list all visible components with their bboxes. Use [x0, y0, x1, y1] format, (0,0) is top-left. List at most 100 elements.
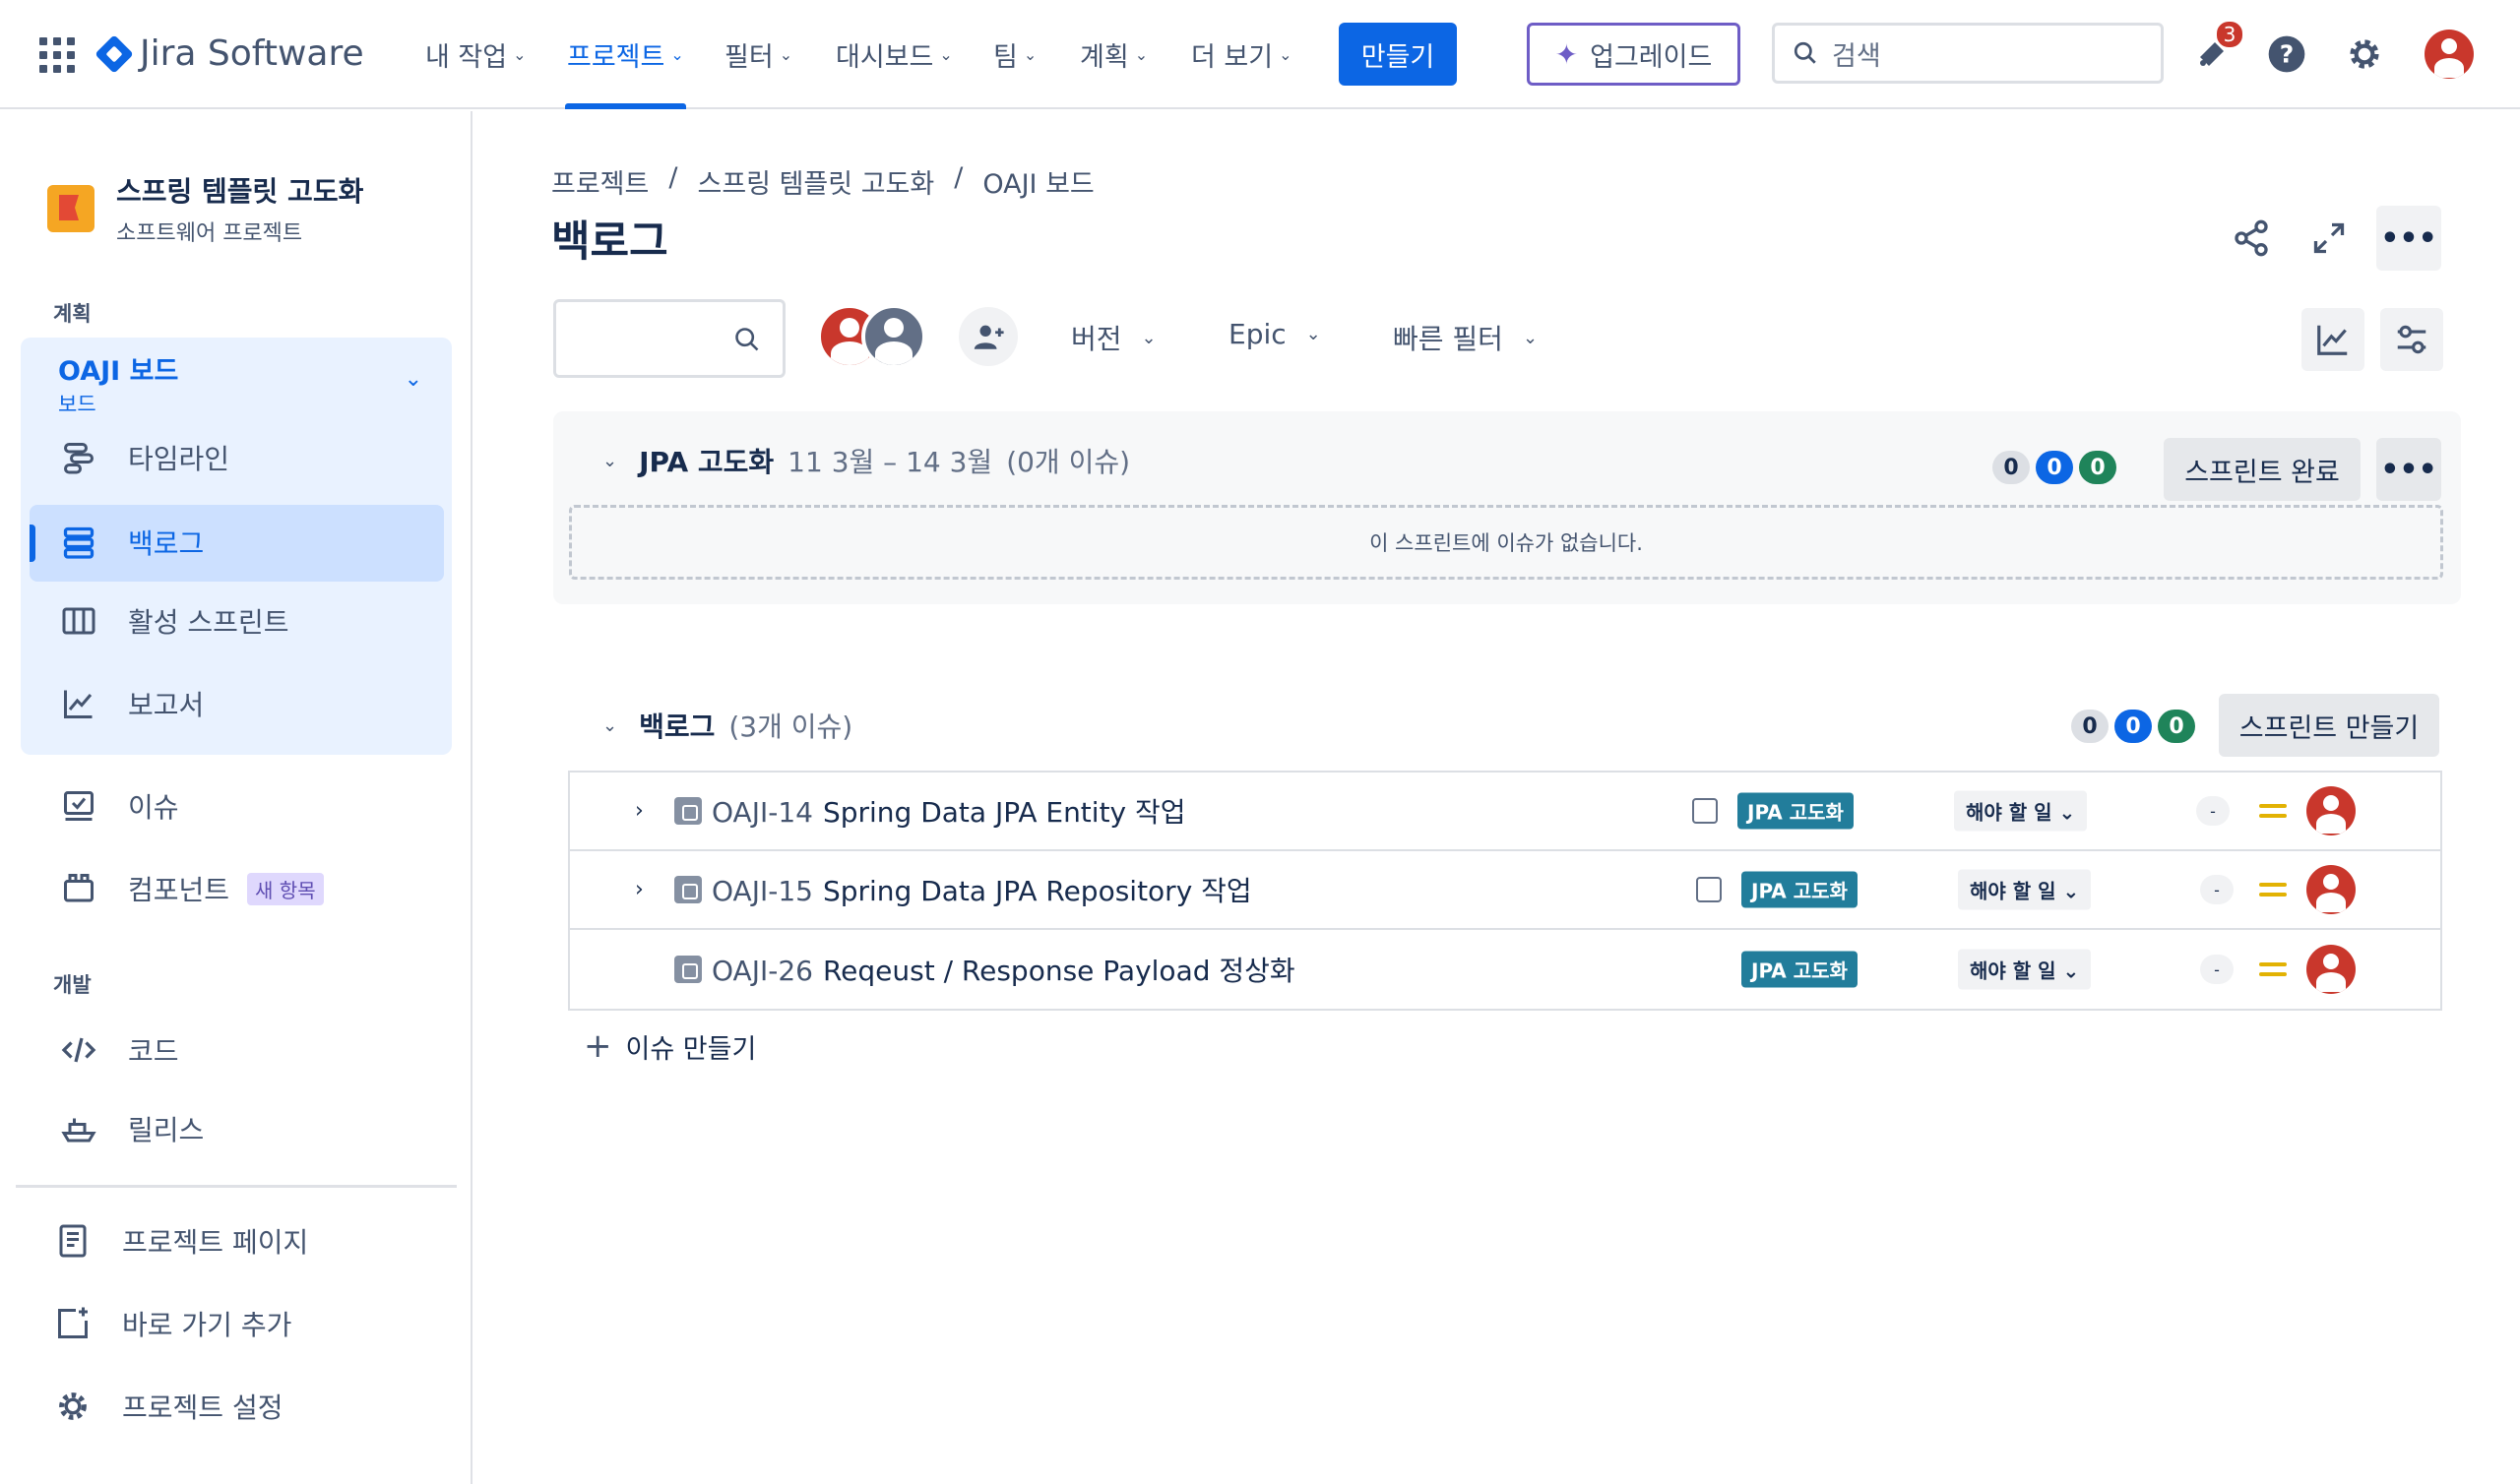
issue-summary: Spring Data JPA Entity 작업 [822, 796, 1186, 829]
done-count-badge: 0 [2158, 710, 2195, 743]
nav-filters[interactable]: 필터 ⌄ [724, 0, 792, 109]
breadcrumb-board[interactable]: OAJI 보드 [982, 162, 1094, 201]
chevron-down-icon: ⌄ [1141, 327, 1157, 348]
help-button[interactable]: ? [2262, 30, 2311, 79]
epic-badge[interactable]: JPA 고도화 [1737, 792, 1854, 830]
sidebar-item-add-shortcut[interactable]: 바로 가기 추가 [53, 1304, 291, 1343]
quick-filter[interactable]: 빠른 필터 ⌄ [1393, 318, 1538, 357]
sidebar-item-backlog[interactable]: 백로그 [59, 523, 204, 562]
table-row[interactable]: › OAJI-14 Spring Data JPA Entity 작업 JPA 고… [570, 773, 2440, 851]
nav-label: 대시보드 [836, 42, 934, 73]
page-icon [53, 1221, 93, 1261]
more-icon: ••• [2380, 220, 2437, 256]
sidebar-item-project-pages[interactable]: 프로젝트 페이지 [53, 1221, 308, 1261]
timeline-icon [59, 438, 98, 477]
nav-projects[interactable]: 프로젝트 ⌄ [565, 0, 686, 109]
complete-sprint-button[interactable]: 스프린트 완료 [2164, 438, 2361, 501]
epic-badge[interactable]: JPA 고도화 [1741, 871, 1858, 908]
expand-icon [2313, 222, 2345, 254]
estimate-badge[interactable]: - [2200, 875, 2234, 904]
share-button[interactable] [2219, 206, 2284, 271]
user-avatar[interactable] [2425, 30, 2474, 79]
nav-my-work[interactable]: 내 작업 ⌄ [425, 0, 527, 109]
more-actions-button[interactable]: ••• [2376, 206, 2441, 271]
epic-badge[interactable]: JPA 고도화 [1741, 951, 1858, 988]
sidebar-item-issues[interactable]: 이슈 [59, 786, 179, 826]
nav-dashboards[interactable]: 대시보드 ⌄ [836, 0, 953, 109]
sidebar-item-label: 보고서 [128, 689, 205, 721]
app-switcher-icon[interactable] [39, 37, 75, 73]
breadcrumb: 프로젝트 / 스프링 템플릿 고도화 / OAJI 보드 [551, 162, 1095, 201]
nav-more[interactable]: 더 보기 ⌄ [1191, 0, 1292, 109]
insights-button[interactable] [2301, 308, 2364, 371]
status-dropdown[interactable]: 해야 할 일 ⌄ [1958, 869, 2092, 910]
notifications-button[interactable]: 3 [2187, 20, 2244, 79]
chart-line-icon [59, 684, 98, 723]
upgrade-button[interactable]: ✦ 업그레이드 [1527, 23, 1740, 86]
breadcrumb-separator: / [954, 162, 964, 193]
assignee-avatar-filter[interactable] [861, 304, 926, 369]
view-settings-button[interactable] [2380, 308, 2443, 371]
sidebar-item-project-settings[interactable]: 프로젝트 설정 [53, 1387, 283, 1426]
chevron-down-icon[interactable]: ⌄ [602, 715, 617, 736]
issues-icon [59, 786, 98, 826]
estimate-badge[interactable]: - [2200, 955, 2234, 984]
assignee-avatar[interactable] [2306, 865, 2356, 914]
breadcrumb-separator: / [668, 162, 678, 193]
nav-teams[interactable]: 팀 ⌄ [993, 0, 1037, 109]
status-dropdown[interactable]: 해야 할 일 ⌄ [1958, 949, 2092, 990]
priority-medium-icon [2259, 801, 2287, 821]
sprint-dates: 11 3월 – 14 3월 [788, 446, 993, 478]
estimate-badge[interactable]: - [2196, 796, 2230, 826]
chevron-down-icon[interactable]: ⌄ [405, 367, 422, 392]
epic-filter[interactable]: Epic ⌄ [1228, 318, 1321, 350]
settings-button[interactable] [2340, 30, 2389, 79]
assignee-avatar[interactable] [2306, 786, 2356, 835]
sprint-header[interactable]: ⌄ JPA 고도화 11 3월 – 14 3월 (0개 이슈) [602, 441, 1130, 480]
sidebar-item-label: 프로젝트 설정 [122, 1391, 284, 1424]
breadcrumb-projects[interactable]: 프로젝트 [551, 162, 649, 201]
assignee-avatar[interactable] [2306, 945, 2356, 994]
sidebar-item-code[interactable]: 코드 [59, 1030, 179, 1070]
create-button[interactable]: 만들기 [1339, 23, 1457, 86]
svg-text:?: ? [2280, 39, 2295, 68]
create-issue-label: 이슈 만들기 [625, 1033, 757, 1065]
table-row[interactable]: › OAJI-15 Spring Data JPA Repository 작업 J… [570, 851, 2440, 930]
fullscreen-button[interactable] [2297, 206, 2362, 271]
chevron-right-icon[interactable]: › [635, 799, 644, 824]
issue-title[interactable]: OAJI-15 Spring Data JPA Repository 작업 [712, 870, 1252, 909]
project-name: 스프링 템플릿 고도화 [116, 175, 364, 208]
issue-summary: Reqeust / Response Payload 정상화 [822, 955, 1295, 987]
table-row[interactable]: OAJI-26 Reqeust / Response Payload 정상화 JP… [570, 930, 2440, 1009]
breadcrumb-project[interactable]: 스프링 템플릿 고도화 [697, 162, 934, 201]
jira-logo[interactable]: Jira Software [94, 33, 364, 74]
chevron-right-icon[interactable]: › [635, 878, 644, 902]
sidebar-item-active-sprint[interactable]: 활성 스프린트 [59, 601, 288, 641]
issue-title[interactable]: OAJI-14 Spring Data JPA Entity 작업 [712, 791, 1186, 831]
issue-key: OAJI-26 [712, 955, 813, 987]
search-input[interactable]: 검색 [1772, 23, 2164, 84]
add-shortcut-icon [53, 1304, 93, 1343]
status-dropdown[interactable]: 해야 할 일 ⌄ [1954, 790, 2088, 832]
sprint-status-counts: 0 0 0 [1992, 451, 2116, 484]
sidebar-item-label: 백로그 [128, 527, 205, 560]
board-title[interactable]: OAJI 보드 [58, 349, 178, 388]
version-filter[interactable]: 버전 ⌄ [1071, 318, 1157, 357]
sidebar-item-releases[interactable]: 릴리스 [59, 1109, 204, 1148]
issue-title[interactable]: OAJI-26 Reqeust / Response Payload 정상화 [712, 950, 1295, 989]
create-issue-button[interactable]: + 이슈 만들기 [584, 1026, 756, 1066]
sidebar-item-reports[interactable]: 보고서 [59, 684, 204, 723]
backlog-search-input[interactable] [553, 299, 786, 378]
backlog-header[interactable]: ⌄ 백로그 (3개 이슈) [602, 706, 852, 745]
section-dev-label: 개발 [53, 973, 92, 997]
sidebar-item-timeline[interactable]: 타임라인 [59, 438, 229, 477]
chevron-down-icon[interactable]: ⌄ [602, 451, 617, 471]
subtask-icon [1692, 798, 1718, 824]
sprint-more-button[interactable]: ••• [2376, 438, 2441, 501]
sidebar-item-components[interactable]: 컴포넌트 새 항목 [59, 869, 324, 908]
subtask-icon [1696, 877, 1722, 902]
add-people-button[interactable] [959, 307, 1018, 366]
project-header[interactable]: 스프링 템플릿 고도화 소프트웨어 프로젝트 [47, 170, 363, 247]
nav-plans[interactable]: 계획 ⌄ [1080, 0, 1148, 109]
create-sprint-button[interactable]: 스프린트 만들기 [2219, 694, 2439, 757]
